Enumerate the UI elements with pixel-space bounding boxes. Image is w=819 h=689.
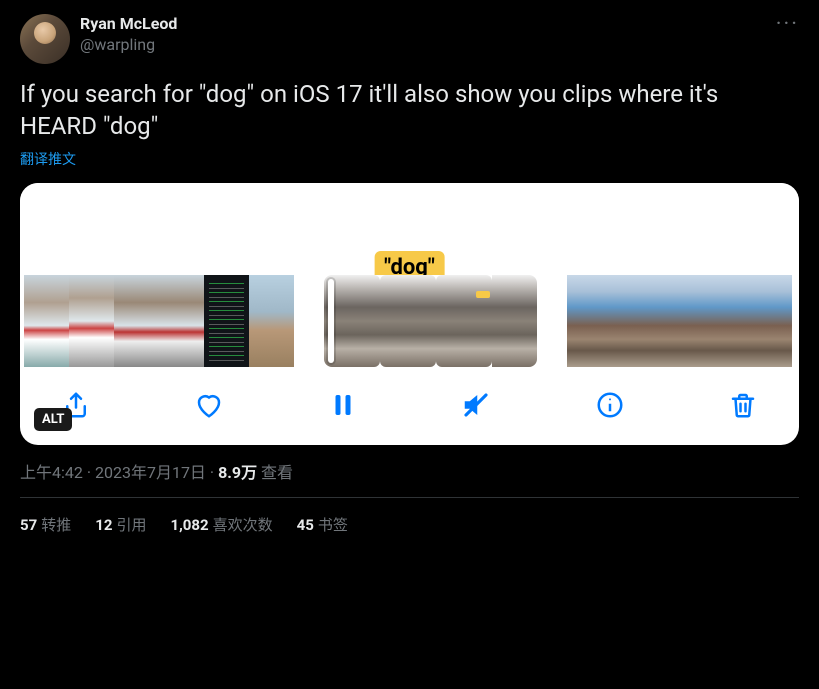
timeline-thumb[interactable] — [114, 275, 159, 367]
media-controls — [20, 367, 799, 431]
bookmarks-stat[interactable]: 45书签 — [297, 514, 348, 535]
tweet-date[interactable]: 2023年7月17日 — [95, 463, 206, 482]
timeline-thumb[interactable] — [249, 275, 294, 367]
display-name[interactable]: Ryan McLeod — [80, 14, 177, 35]
clip-group-1 — [24, 275, 294, 367]
scrub-handle[interactable] — [328, 279, 334, 363]
timeline-thumb[interactable] — [24, 275, 69, 367]
author-names: Ryan McLeod @warpling — [80, 14, 177, 56]
tweet-time[interactable]: 上午4:42 — [20, 463, 83, 482]
retweets-stat[interactable]: 57转推 — [20, 514, 71, 535]
timeline-gap — [294, 275, 324, 367]
alt-badge[interactable]: ALT — [34, 408, 72, 431]
tweet-meta: 上午4:42 · 2023年7月17日 · 8.9万 查看 — [20, 459, 799, 498]
tweet-container: Ryan McLeod @warpling ··· If you search … — [0, 0, 819, 549]
tweet-text: If you search for "dog" on iOS 17 it'll … — [20, 78, 799, 143]
clip-group-2 — [324, 275, 537, 367]
translate-link[interactable]: 翻译推文 — [20, 149, 76, 169]
timeline-gap — [537, 275, 567, 367]
timeline-thumb[interactable] — [657, 275, 702, 367]
tweet-header: Ryan McLeod @warpling ··· — [20, 14, 799, 64]
timeline-thumb[interactable] — [380, 275, 436, 367]
info-icon[interactable] — [594, 389, 626, 421]
likes-stat[interactable]: 1,082喜欢次数 — [170, 514, 272, 535]
pause-icon[interactable] — [327, 389, 359, 421]
tweet-stats: 57转推 12引用 1,082喜欢次数 45书签 — [20, 498, 799, 535]
quotes-stat[interactable]: 12引用 — [95, 514, 146, 535]
handle[interactable]: @warpling — [80, 35, 177, 56]
timeline-thumb[interactable] — [747, 275, 792, 367]
timeline-thumb[interactable] — [567, 275, 612, 367]
clip-group-3 — [567, 275, 792, 367]
playhead-marker — [476, 291, 490, 298]
more-icon[interactable]: ··· — [776, 14, 799, 36]
timeline-thumb[interactable] — [492, 275, 537, 367]
media-card[interactable]: "dog" — [20, 183, 799, 445]
views-count: 8.9万 — [218, 463, 257, 482]
avatar[interactable] — [20, 14, 70, 64]
video-timeline[interactable] — [20, 275, 799, 367]
timeline-thumb[interactable] — [612, 275, 657, 367]
trash-icon[interactable] — [727, 389, 759, 421]
views-label: 查看 — [257, 463, 293, 482]
timeline-thumb[interactable] — [702, 275, 747, 367]
media-whitespace: "dog" — [20, 183, 799, 275]
timeline-thumb[interactable] — [69, 275, 114, 367]
timeline-thumb[interactable] — [436, 275, 492, 367]
mute-icon[interactable] — [460, 389, 492, 421]
heart-icon[interactable] — [193, 389, 225, 421]
timeline-thumb[interactable] — [159, 275, 204, 367]
timeline-thumb[interactable] — [204, 275, 249, 367]
